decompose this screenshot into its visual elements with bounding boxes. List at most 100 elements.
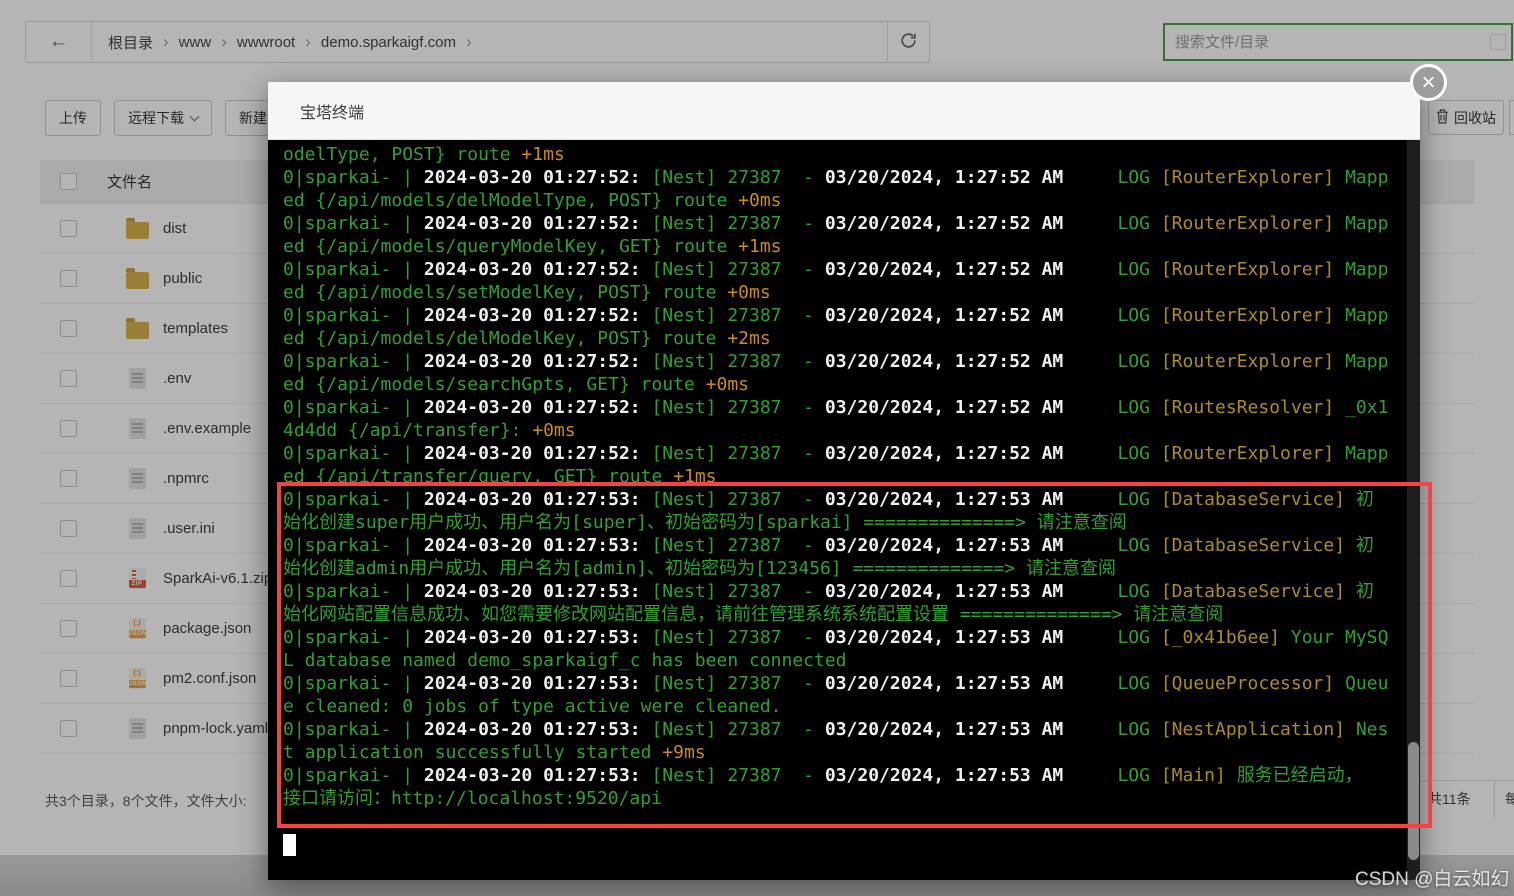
- terminal-line: 0|sparkai- | 2024-03-20 01:27:52: [Nest]…: [283, 396, 1420, 419]
- terminal-text: Mapp: [1345, 259, 1389, 280]
- terminal-text: LOG: [1063, 259, 1161, 280]
- terminal[interactable]: odelType, POST} route +1ms 0|sparkai- | 2…: [268, 140, 1420, 880]
- terminal-text: [DatabaseService]: [1160, 581, 1356, 602]
- terminal-line: 0|sparkai- | 2024-03-20 01:27:52: [Nest]…: [283, 258, 1420, 281]
- terminal-line: 0|sparkai- | 2024-03-20 01:27:52: [Nest]…: [283, 442, 1420, 465]
- terminal-text: Mapp: [1345, 443, 1389, 464]
- terminal-text: +9ms: [662, 742, 706, 763]
- terminal-line: 0|sparkai- | 2024-03-20 01:27:52: [Nest]…: [283, 304, 1420, 327]
- terminal-text: e cleaned: 0 jobs of type active were cl…: [283, 696, 782, 717]
- terminal-line: 接口请访问：http://localhost:9520/api: [283, 787, 1420, 810]
- terminal-line: ed {/api/models/delModelKey, POST} route…: [283, 327, 1420, 350]
- terminal-text: 0|sparkai- |: [283, 581, 424, 602]
- terminal-line: 0|sparkai- | 2024-03-20 01:27:53: [Nest]…: [283, 534, 1420, 557]
- terminal-text: ed {/api/models/delModelType, POST} rout…: [283, 190, 739, 211]
- terminal-text: 0|sparkai- |: [283, 719, 424, 740]
- terminal-text: 03/20/2024, 1:27:52 AM: [824, 351, 1064, 372]
- terminal-text: [RouterExplorer]: [1160, 351, 1346, 372]
- terminal-text: LOG: [1063, 581, 1161, 602]
- terminal-line: e cleaned: 0 jobs of type active were cl…: [283, 695, 1420, 718]
- terminal-text: [DatabaseService]: [1160, 489, 1356, 510]
- terminal-text: 2024-03-20 01:27:52:: [423, 351, 652, 372]
- terminal-text: +1ms: [673, 466, 717, 487]
- terminal-text: [Nest] 27387 -: [651, 443, 825, 464]
- terminal-text: Mapp: [1345, 213, 1389, 234]
- terminal-text: [Nest] 27387 -: [651, 489, 825, 510]
- terminal-text: Mapp: [1345, 351, 1389, 372]
- terminal-line: ed {/api/models/searchGpts, GET} route +…: [283, 373, 1420, 396]
- terminal-text: [Nest] 27387 -: [651, 719, 825, 740]
- scrollbar-thumb[interactable]: [1408, 742, 1419, 860]
- terminal-text: [Nest] 27387 -: [651, 259, 825, 280]
- terminal-line: 始化创建super用户成功、用户名为[super]、初始密码为[sparkai]…: [283, 511, 1420, 534]
- terminal-text: 2024-03-20 01:27:53:: [423, 765, 652, 786]
- terminal-line: 始化网站配置信息成功、如您需要修改网站配置信息，请前往管理系统系统配置设置 ==…: [283, 603, 1420, 626]
- terminal-text: ed {/api/models/setModelKey, POST} route: [283, 282, 728, 303]
- terminal-text: 0|sparkai- |: [283, 489, 424, 510]
- terminal-text: 0|sparkai- |: [283, 765, 424, 786]
- terminal-text: ed {/api/models/searchGpts, GET} route: [283, 374, 706, 395]
- terminal-text: [RouterExplorer]: [1160, 213, 1346, 234]
- terminal-text: +0ms: [727, 282, 771, 303]
- terminal-text: ed {/api/models/delModelKey, POST} route: [283, 328, 728, 349]
- terminal-cursor: [283, 834, 296, 856]
- terminal-text: [NestApplication]: [1160, 719, 1356, 740]
- terminal-text: +1ms: [521, 144, 565, 165]
- terminal-text: +0ms: [705, 374, 749, 395]
- terminal-text: 03/20/2024, 1:27:53 AM: [824, 581, 1064, 602]
- terminal-text: 0|sparkai- |: [283, 305, 424, 326]
- terminal-text: LOG: [1063, 305, 1161, 326]
- terminal-text: 03/20/2024, 1:27:53 AM: [824, 489, 1064, 510]
- terminal-output: odelType, POST} route +1ms 0|sparkai- | 2…: [268, 140, 1420, 810]
- modal-title: 宝塔终端: [300, 104, 365, 122]
- terminal-text: LOG: [1063, 535, 1161, 556]
- terminal-text: 0|sparkai- |: [283, 535, 424, 556]
- page: ← 根目录›www›wwwroot›demo.sparkaigf.com› 上传…: [0, 0, 1514, 896]
- terminal-text: [RoutesResolver]: [1160, 397, 1346, 418]
- terminal-text: Your MySQ: [1290, 627, 1389, 648]
- terminal-line: 0|sparkai- | 2024-03-20 01:27:53: [Nest]…: [283, 580, 1420, 603]
- terminal-text: LOG: [1063, 765, 1161, 786]
- terminal-line: odelType, POST} route +1ms: [283, 143, 1420, 166]
- terminal-text: 03/20/2024, 1:27:52 AM: [824, 167, 1064, 188]
- terminal-text: 2024-03-20 01:27:52:: [423, 397, 652, 418]
- terminal-text: 0|sparkai- |: [283, 397, 424, 418]
- terminal-line: 0|sparkai- | 2024-03-20 01:27:53: [Nest]…: [283, 672, 1420, 695]
- terminal-text: 2024-03-20 01:27:53:: [423, 581, 652, 602]
- terminal-text: 03/20/2024, 1:27:53 AM: [824, 673, 1064, 694]
- terminal-text: [Main]: [1160, 765, 1237, 786]
- terminal-text: 初: [1355, 581, 1374, 602]
- terminal-text: +0ms: [738, 190, 782, 211]
- terminal-line: 0|sparkai- | 2024-03-20 01:27:53: [Nest]…: [283, 626, 1420, 649]
- terminal-text: 0|sparkai- |: [283, 259, 424, 280]
- terminal-text: LOG: [1063, 627, 1161, 648]
- terminal-line: 0|sparkai- | 2024-03-20 01:27:53: [Nest]…: [283, 488, 1420, 511]
- terminal-text: [Nest] 27387 -: [651, 673, 825, 694]
- terminal-text: [RouterExplorer]: [1160, 167, 1346, 188]
- terminal-text: 接口请访问：http://localhost:9520/api: [283, 788, 662, 809]
- terminal-text: 0|sparkai- |: [283, 443, 424, 464]
- terminal-text: 03/20/2024, 1:27:52 AM: [824, 443, 1064, 464]
- terminal-text: 03/20/2024, 1:27:53 AM: [824, 719, 1064, 740]
- terminal-line: 0|sparkai- | 2024-03-20 01:27:52: [Nest]…: [283, 212, 1420, 235]
- terminal-line: ed {/api/models/setModelKey, POST} route…: [283, 281, 1420, 304]
- terminal-modal: 宝塔终端 odelType, POST} route +1ms 0|sparkai…: [268, 82, 1420, 880]
- terminal-text: 始化网站配置信息成功、如您需要修改网站配置信息，请前往管理系统系统配置设置 ==…: [283, 604, 1224, 625]
- terminal-text: 初: [1355, 535, 1374, 556]
- terminal-line: 0|sparkai- | 2024-03-20 01:27:52: [Nest]…: [283, 166, 1420, 189]
- terminal-text: 4d4dd {/api/transfer}:: [283, 420, 533, 441]
- terminal-text: odelType, POST} route: [283, 144, 522, 165]
- terminal-line: 0|sparkai- | 2024-03-20 01:27:53: [Nest]…: [283, 718, 1420, 741]
- terminal-text: [Nest] 27387 -: [651, 397, 825, 418]
- terminal-text: 03/20/2024, 1:27:53 AM: [824, 535, 1064, 556]
- terminal-text: [Nest] 27387 -: [651, 305, 825, 326]
- terminal-line: 0|sparkai- | 2024-03-20 01:27:53: [Nest]…: [283, 764, 1420, 787]
- terminal-text: LOG: [1063, 443, 1161, 464]
- terminal-text: 2024-03-20 01:27:52:: [423, 213, 652, 234]
- terminal-text: 0|sparkai- |: [283, 213, 424, 234]
- terminal-text: [_0x41b6ee]: [1160, 627, 1291, 648]
- modal-header: 宝塔终端: [268, 82, 1420, 140]
- close-icon[interactable]: ×: [1410, 64, 1447, 101]
- terminal-text: 03/20/2024, 1:27:53 AM: [824, 765, 1064, 786]
- terminal-text: [RouterExplorer]: [1160, 305, 1346, 326]
